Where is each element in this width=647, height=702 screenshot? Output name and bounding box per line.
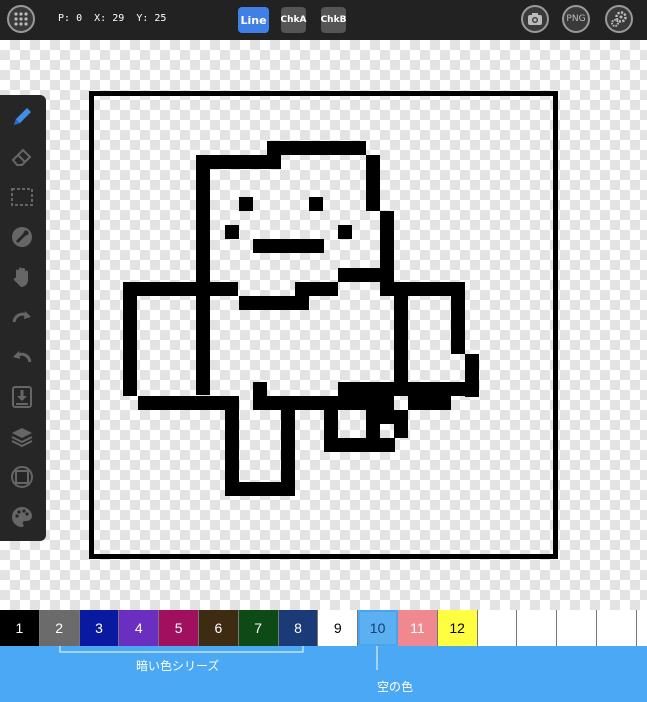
palette-swatch[interactable]: 12 — [437, 610, 478, 646]
palette-swatch[interactable]: 11 — [397, 610, 438, 646]
hint-area: 暗い色シリーズ 空の色 — [0, 646, 647, 702]
palette-swatch[interactable]: 6 — [198, 610, 239, 646]
pixel-art-canvas[interactable] — [0, 0, 647, 702]
palette-swatch[interactable]: 4 — [119, 610, 160, 646]
palette-swatch[interactable]: 8 — [278, 610, 319, 646]
palette-swatch[interactable]: 1 — [0, 610, 40, 646]
palette-swatch[interactable]: 9 — [318, 610, 359, 646]
dark-series-label: 暗い色シリーズ — [136, 659, 220, 673]
hint-bracket — [59, 646, 378, 670]
palette-swatch[interactable]: 2 — [39, 610, 80, 646]
palette-swatch[interactable] — [557, 610, 597, 646]
palette-swatch[interactable] — [517, 610, 558, 646]
empty-color-label: 空の色 — [377, 680, 414, 694]
palette-swatch[interactable]: 3 — [79, 610, 120, 646]
color-palette: 1 2 3 4 5 6 7 8 9 10 11 12 — [0, 610, 647, 646]
palette-swatch[interactable] — [478, 610, 518, 646]
palette-swatch[interactable] — [597, 610, 637, 646]
pixel-art-drawing — [123, 141, 479, 496]
palette-swatch[interactable]: 10 — [358, 610, 398, 646]
palette-swatch[interactable]: 7 — [238, 610, 279, 646]
palette-swatch[interactable]: 5 — [159, 610, 199, 646]
